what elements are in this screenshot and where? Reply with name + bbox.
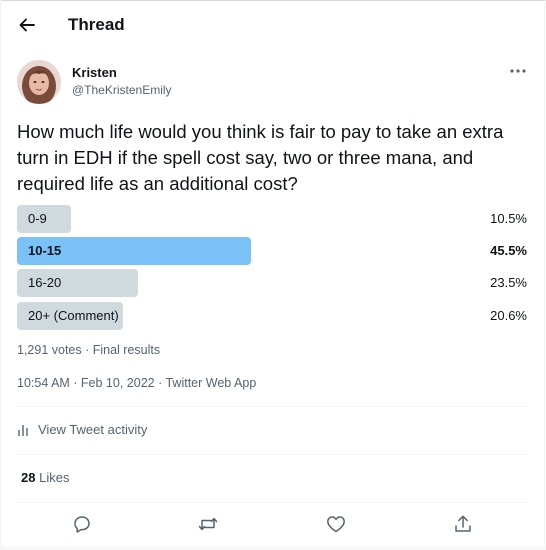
timestamp-time[interactable]: 10:54 AM · Feb 10, 2022 · (17, 376, 165, 390)
view-tweet-activity-label: View Tweet activity (38, 422, 148, 437)
avatar[interactable] (17, 60, 61, 104)
poll-option-label: 10-15 (28, 243, 62, 258)
poll-option: 16-20 23.5% (17, 269, 532, 297)
divider (17, 502, 528, 503)
left-border (0, 0, 1, 550)
author-name[interactable]: Kristen (72, 65, 117, 80)
poll-option-percent: 23.5% (490, 275, 527, 290)
tweet-source[interactable]: Twitter Web App (165, 376, 256, 390)
heart-icon[interactable] (325, 513, 347, 535)
poll-summary: 1,291 votes · Final results (17, 343, 161, 357)
page-title: Thread (68, 15, 125, 34)
poll-option-label: 0-9 (28, 211, 47, 226)
likes-count[interactable]: 28 Likes (21, 470, 69, 485)
poll-option: 0-9 10.5% (17, 205, 532, 233)
divider (17, 406, 528, 407)
tweet-timestamp: 10:54 AM · Feb 10, 2022 · Twitter Web Ap… (17, 376, 256, 390)
more-options-icon[interactable] (508, 63, 528, 79)
divider (17, 454, 528, 455)
analytics-icon (17, 423, 31, 437)
poll-option-label: 20+ (Comment) (28, 308, 119, 323)
poll-option-label: 16-20 (28, 275, 62, 290)
likes-label: Likes (39, 470, 70, 485)
share-icon[interactable] (452, 513, 474, 535)
likes-number: 28 (21, 470, 36, 485)
poll-option-percent: 20.6% (490, 308, 527, 323)
bottom-border (0, 546, 546, 550)
poll-option-winner: 10-15 45.5% (17, 237, 532, 265)
poll-option-percent: 45.5% (490, 243, 527, 258)
poll-option-percent: 10.5% (490, 211, 527, 226)
author-handle[interactable]: @TheKristenEmily (72, 83, 172, 97)
tweet-text: How much life would you think is fair to… (17, 121, 504, 194)
right-border (544, 0, 545, 550)
retweet-icon[interactable] (197, 513, 219, 535)
back-arrow-icon[interactable] (17, 15, 37, 35)
reply-icon[interactable] (71, 513, 93, 535)
thread-header: Thread (0, 0, 546, 52)
poll-option: 20+ (Comment) 20.6% (17, 302, 532, 330)
